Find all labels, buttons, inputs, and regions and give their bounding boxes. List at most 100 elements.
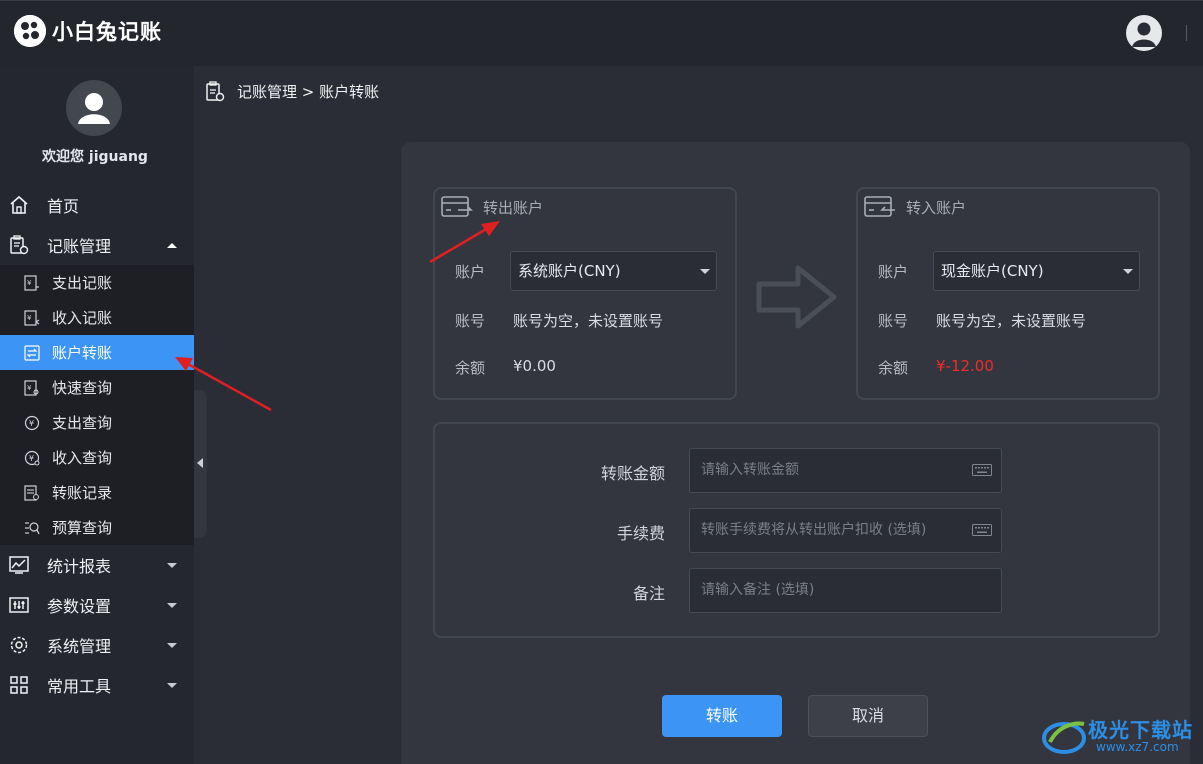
sidebar-item-reports[interactable]: 统计报表 [0,545,194,585]
svg-text:¥: ¥ [27,279,32,287]
amount-input[interactable]: 请输入转账金额 [689,448,1002,493]
sidebar-item-tools[interactable]: 常用工具 [0,665,194,705]
chevron-up-icon [167,242,177,248]
fee-label: 手续费 [616,524,665,543]
app-logo: 小白兔记账 [14,15,162,47]
expense-query-icon: ¥ [24,415,40,430]
account-number-value: 账号为空，未设置账号 [513,312,664,330]
watermark: 极光下载站 www.xz7.com [1040,712,1200,762]
chevron-down-icon [700,269,710,274]
balance-label: 余额 [455,359,486,377]
note-input[interactable]: 请输入备注 (选填) [689,568,1002,613]
chevron-down-icon [167,642,177,648]
fee-placeholder: 转账手续费将从转出账户扣收 (选填) [701,522,927,538]
user-avatar-icon[interactable] [1126,15,1162,51]
card-title-label: 转出账户 [483,198,544,217]
rabbit-logo-icon [14,15,46,47]
sidebar-item-label: 首页 [47,197,80,216]
keyboard-icon[interactable] [972,524,992,536]
budget-query-icon [25,521,40,534]
sidebar-item-label: 记账管理 [47,237,112,256]
grid-apps-icon [10,676,28,694]
sidebar-subitem-label: 支出记账 [52,274,113,292]
app-name: 小白兔记账 [52,20,162,44]
sidebar-subitem-budget-query[interactable]: 预算查询 [0,510,194,545]
breadcrumb-text: 记账管理 > 账户转账 [237,82,380,101]
records-icon [24,484,39,501]
transfer-panel: 转出账户 账户 系统账户(CNY) 账号 账号为空，未设置账号 余额 ¥0.00… [401,142,1190,764]
note-placeholder: 请输入备注 (选填) [701,582,815,598]
sidebar-item-bookkeeping[interactable]: 记账管理 [0,225,194,265]
top-divider [1186,25,1187,41]
svg-text:¥: ¥ [27,384,32,392]
account-label: 账户 [455,263,486,281]
sliders-icon [9,597,29,613]
sidebar-subitem-transfer-records[interactable]: 转账记录 [0,475,194,510]
sidebar-item-system[interactable]: 系统管理 [0,625,194,665]
income-query-icon: ¥ [24,450,40,465]
keyboard-icon[interactable] [972,464,992,476]
chevron-down-icon [167,562,177,568]
quick-query-icon: ¥ [24,379,39,396]
select-value: 系统账户(CNY) [518,262,621,280]
select-value: 现金账户(CNY) [941,262,1044,280]
note-label: 备注 [632,584,665,603]
amount-label: 转账金额 [600,464,665,483]
watermark-logo-icon [1042,721,1086,754]
transfer-submit-button[interactable]: 转账 [662,695,782,737]
balance-value: ¥-12.00 [936,357,994,375]
sidebar-item-home[interactable]: 首页 [0,185,194,225]
sidebar-item-label: 系统管理 [47,637,112,656]
transfer-out-card: 转出账户 账户 系统账户(CNY) 账号 账号为空，未设置账号 余额 ¥0.00 [433,187,737,400]
card-title-label: 转入账户 [906,198,967,217]
income-entry-icon: ¥ [24,309,40,326]
sidebar-subitem-label: 账户转账 [52,344,113,362]
transfer-out-account-select[interactable]: 系统账户(CNY) [510,251,717,291]
transfer-in-account-select[interactable]: 现金账户(CNY) [933,251,1140,291]
card-in-icon [864,196,895,217]
sidebar-subitem-account-transfer[interactable]: 账户转账 [0,335,194,370]
gear-icon [10,636,28,654]
sidebar-subitem-label: 收入记账 [52,309,113,327]
transfer-out-title: 转出账户 [441,195,543,219]
transfer-icon [24,344,40,361]
fee-input[interactable]: 转账手续费将从转出账户扣收 (选填) [689,508,1002,553]
ledger-clipboard-icon [10,235,29,255]
sidebar-subitem-label: 预算查询 [52,519,113,537]
sidebar-subitem-expense-query[interactable]: ¥ 支出查询 [0,405,194,440]
watermark-text: 极光下载站 [1088,718,1193,742]
sidebar-subitem-expense-entry[interactable]: ¥ 支出记账 [0,265,194,300]
transfer-in-card: 转入账户 账户 现金账户(CNY) 账号 账号为空，未设置账号 余额 ¥-12.… [856,187,1160,400]
cancel-button[interactable]: 取消 [808,695,928,737]
svg-text:¥: ¥ [27,314,32,322]
account-label: 账户 [878,263,909,281]
top-bar: 小白兔记账 [0,0,1203,66]
sidebar-item-label: 常用工具 [47,677,112,696]
sidebar-item-label: 统计报表 [47,557,112,576]
ledger-clipboard-icon [206,81,225,102]
sidebar-item-label: 参数设置 [47,597,112,616]
sidebar-subitem-quick-query[interactable]: ¥ 快速查询 [0,370,194,405]
account-number-label: 账号 [878,312,909,330]
sidebar-subitem-label: 收入查询 [52,449,113,467]
breadcrumb: 记账管理 > 账户转账 [205,80,379,102]
balance-value: ¥0.00 [513,357,556,375]
sidebar-subitem-income-entry[interactable]: ¥ 收入记账 [0,300,194,335]
account-number-label: 账号 [455,312,486,330]
sidebar: 欢迎您 jiguang 首页 记账管理 ¥ 支出记账 ¥ 收入记账 账户转账 ¥… [0,66,194,764]
sidebar-avatar-icon [66,80,122,136]
chevron-down-icon [1123,269,1133,274]
sidebar-collapse-handle[interactable] [194,390,207,538]
card-out-icon [441,196,473,217]
account-number-value: 账号为空，未设置账号 [936,312,1087,330]
welcome-text: 欢迎您 jiguang [42,149,148,165]
sidebar-subitem-label: 支出查询 [52,414,113,432]
sidebar-subitem-income-query[interactable]: ¥ 收入查询 [0,440,194,475]
sidebar-subitem-label: 转账记录 [52,484,113,502]
sidebar-item-parameters[interactable]: 参数设置 [0,585,194,625]
transfer-direction-arrow-icon [756,265,837,329]
chart-report-icon [9,556,29,574]
amount-placeholder: 请输入转账金额 [701,462,799,478]
chevron-down-icon [167,602,177,608]
chevron-left-icon [197,458,203,468]
